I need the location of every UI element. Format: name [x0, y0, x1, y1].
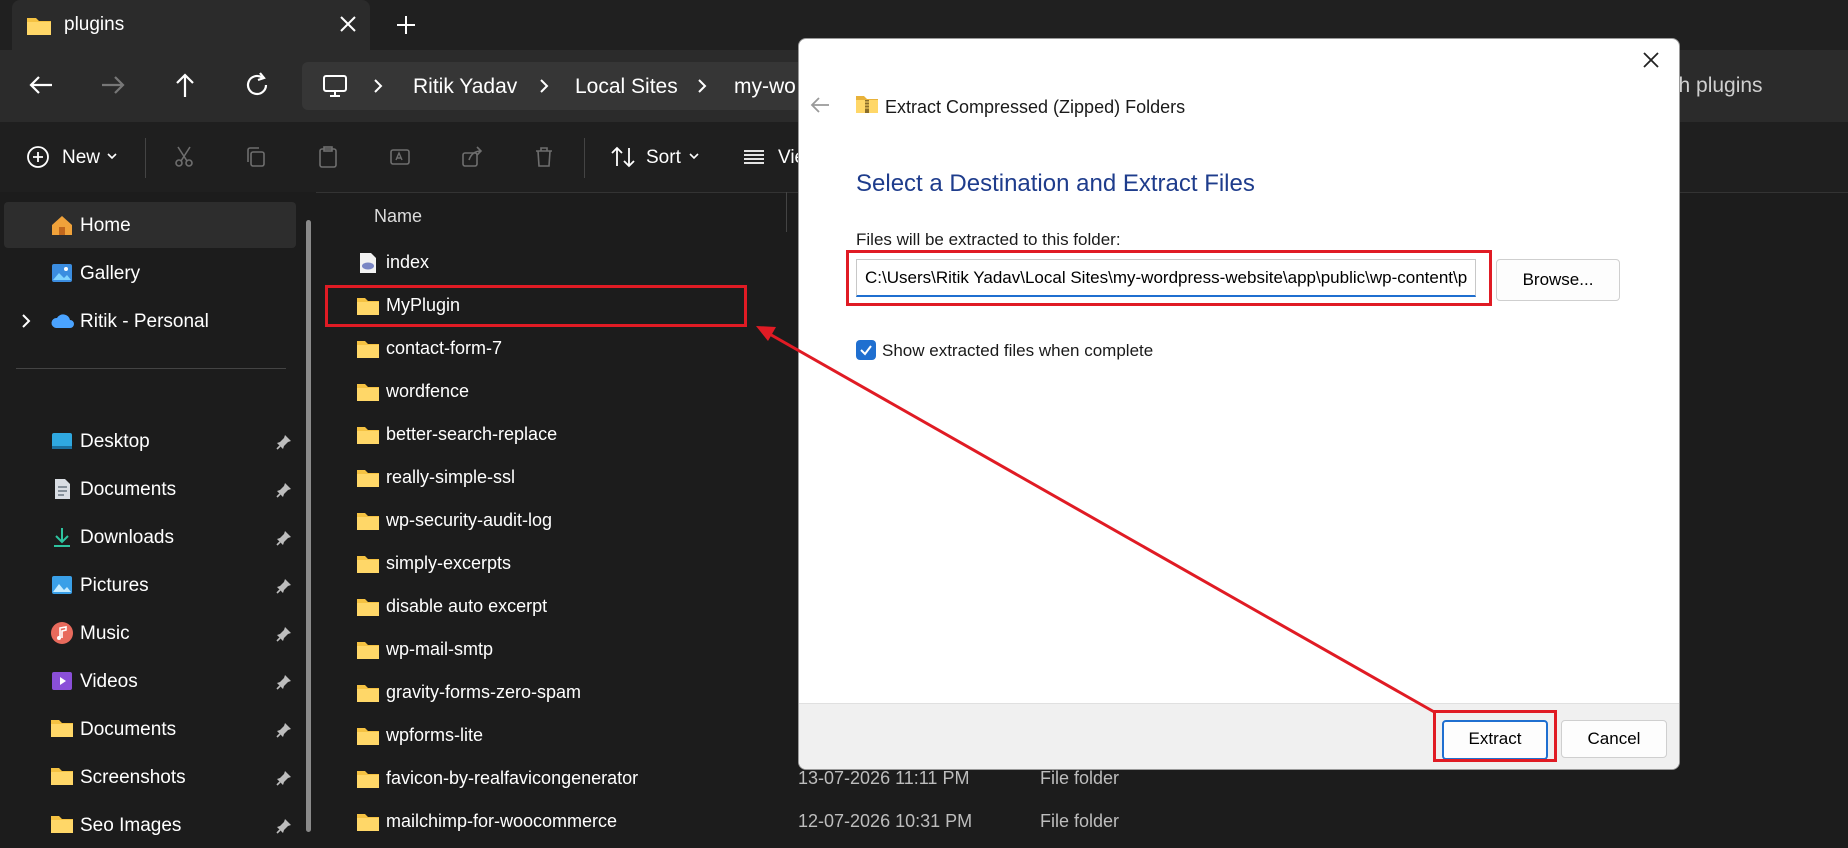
annotation-arrow — [765, 330, 1437, 715]
annotation-arrow-layer — [756, 326, 1437, 715]
arrow-head-icon — [756, 326, 776, 341]
